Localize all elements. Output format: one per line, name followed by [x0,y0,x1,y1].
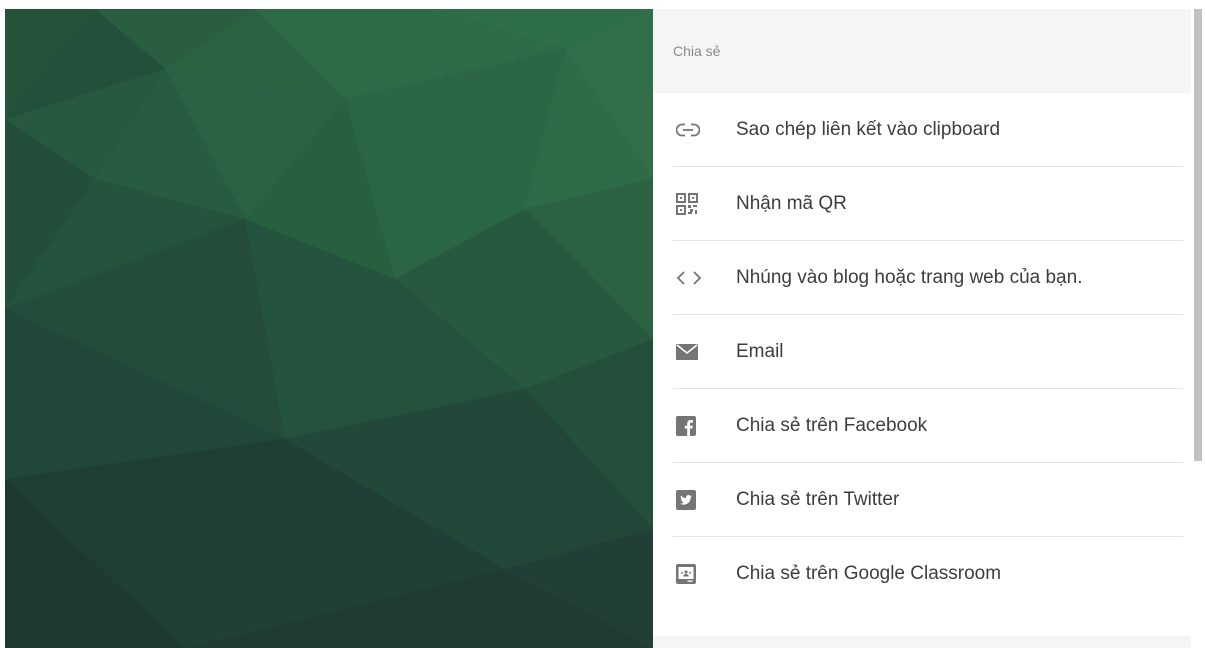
qr-code-label: Nhận mã QR [736,192,847,214]
link-icon [673,123,736,137]
facebook-share-label: Chia sẻ trên Facebook [736,414,928,436]
email-label: Email [736,340,784,362]
facebook-icon [673,415,736,436]
share-footer [653,636,1191,648]
copy-link-option[interactable]: Sao chép liên kết vào clipboard [673,93,1183,167]
share-options-list: Sao chép liên kết vào clipboard Nhận mã … [653,93,1191,611]
background-image [5,9,653,648]
share-header: Chia sẻ [653,9,1191,93]
share-title: Chia sẻ [673,43,721,59]
embed-option[interactable]: Nhúng vào blog hoặc trang web của bạn. [673,241,1183,315]
facebook-share-option[interactable]: Chia sẻ trên Facebook [673,389,1183,463]
google-classroom-share-label: Chia sẻ trên Google Classroom [736,563,1002,585]
scrollbar-thumb[interactable] [1194,9,1202,461]
google-classroom-icon [673,564,736,584]
share-panel: Chia sẻ Sao chép liên kết vào clipboard [653,9,1191,648]
google-classroom-share-option[interactable]: Chia sẻ trên Google Classroom [673,537,1183,611]
qr-code-option[interactable]: Nhận mã QR [673,167,1183,241]
polygon-background-graphic [5,9,653,648]
twitter-share-option[interactable]: Chia sẻ trên Twitter [673,463,1183,537]
embed-label: Nhúng vào blog hoặc trang web của bạn. [736,266,1083,288]
twitter-share-label: Chia sẻ trên Twitter [736,488,900,510]
qr-code-icon [673,192,736,215]
twitter-icon [673,489,736,510]
code-icon [673,270,736,285]
copy-link-label: Sao chép liên kết vào clipboard [736,118,1001,140]
email-icon [673,343,736,360]
vertical-scrollbar[interactable] [1191,9,1205,648]
email-option[interactable]: Email [673,315,1183,389]
